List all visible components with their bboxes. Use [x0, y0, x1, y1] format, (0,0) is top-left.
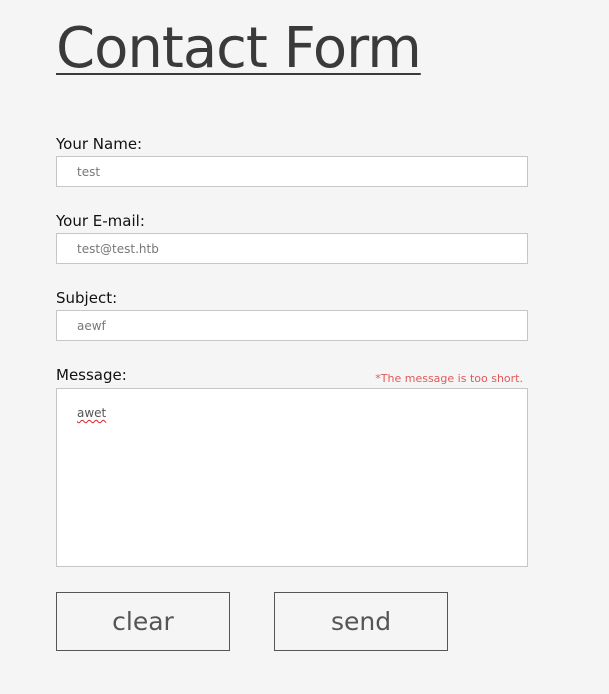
name-label: Your Name: — [56, 135, 143, 153]
send-button[interactable]: send — [274, 592, 448, 651]
email-input[interactable] — [56, 233, 528, 264]
message-error-text: *The message is too short. — [375, 372, 523, 385]
email-label: Your E-mail: — [56, 212, 145, 230]
name-input[interactable] — [56, 156, 528, 187]
page-title: Contact Form — [56, 16, 422, 81]
subject-label: Subject: — [56, 289, 118, 307]
message-text: awet — [77, 406, 107, 420]
message-textarea[interactable]: awet — [56, 388, 528, 567]
subject-input[interactable] — [56, 310, 528, 341]
message-label: Message: — [56, 366, 127, 384]
clear-button[interactable]: clear — [56, 592, 230, 651]
